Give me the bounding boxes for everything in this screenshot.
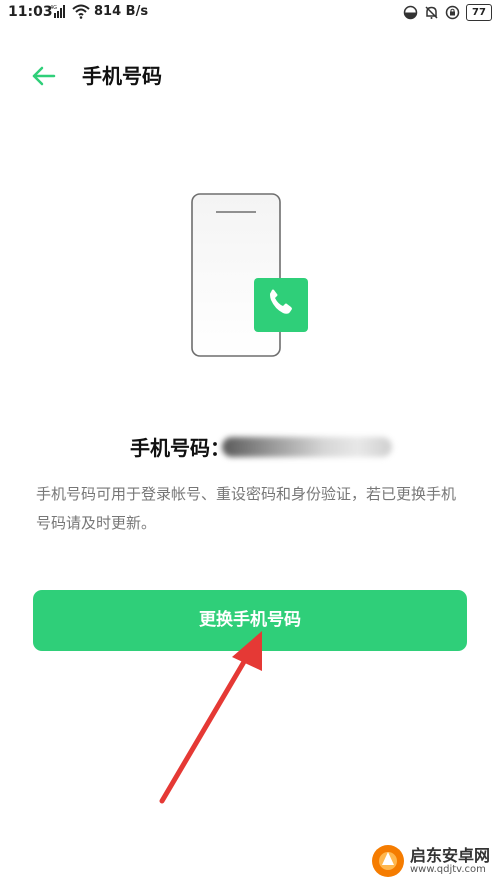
phone-number-value-blurred xyxy=(222,437,392,457)
status-icons: 77 xyxy=(403,4,492,21)
alarm-off-icon xyxy=(425,6,438,19)
annotation-arrow-icon xyxy=(159,631,262,804)
description-text: 手机号码可用于登录帐号、重设密码和身份验证，若已更换手机号码请及时更新。 xyxy=(36,485,457,532)
status-time: 11:03 xyxy=(8,4,53,20)
watermark-url: www.qdjtv.com xyxy=(409,864,486,876)
eye-comfort-icon xyxy=(403,5,418,20)
phone-illustration xyxy=(191,193,308,357)
watermark: 启东安卓网 www.qdjtv.com xyxy=(370,843,490,879)
phone-number-label: 手机号码： xyxy=(130,436,230,460)
battery-level: 77 xyxy=(466,4,492,21)
network-speed: 814 B/s xyxy=(94,4,149,19)
wifi-icon xyxy=(72,4,90,19)
status-bar: 11:03 4G 814 B/s 77 xyxy=(0,0,500,26)
watermark-logo-icon xyxy=(371,845,404,877)
signal-icon: 4G xyxy=(50,5,65,18)
header: 手机号码 xyxy=(0,56,500,96)
arrow-left-icon[interactable] xyxy=(30,62,58,90)
network-type: 4G xyxy=(50,5,57,11)
lock-rotation-icon xyxy=(445,5,460,20)
page-title: 手机号码 xyxy=(82,64,162,88)
watermark-title: 启东安卓网 xyxy=(409,845,490,865)
